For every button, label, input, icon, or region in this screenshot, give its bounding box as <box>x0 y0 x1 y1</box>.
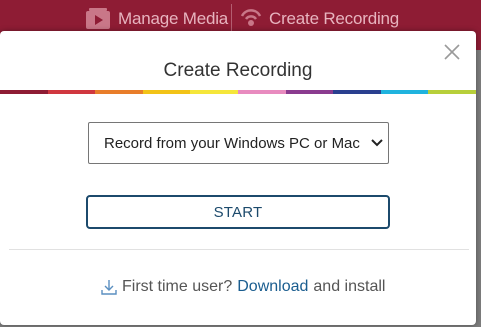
nav-divider <box>231 4 232 34</box>
color-bar-segment <box>428 90 476 94</box>
start-button[interactable]: START <box>86 195 390 229</box>
color-bar-segment <box>333 90 381 94</box>
broadcast-icon <box>240 9 262 26</box>
color-bar-segment <box>0 90 48 94</box>
select-value: Record from your Windows PC or Mac <box>104 134 360 152</box>
first-time-user-footer: First time user? Download and install <box>100 276 385 298</box>
divider <box>9 249 469 250</box>
video-icon <box>86 8 110 29</box>
chevron-down-icon <box>371 139 383 147</box>
color-bar-segment <box>95 90 143 94</box>
create-recording-modal: Create Recording Record from your Window… <box>0 31 476 325</box>
close-icon[interactable] <box>442 42 462 62</box>
color-bar-segment <box>380 90 429 94</box>
download-link[interactable]: Download <box>237 278 308 296</box>
footer-suffix: and install <box>313 278 386 295</box>
color-bar-segment <box>190 90 238 94</box>
download-icon <box>101 280 117 295</box>
modal-title: Create Recording <box>163 60 313 81</box>
nav-recording-label: Create Recording <box>269 9 400 28</box>
recording-source-select[interactable]: Record from your Windows PC or Mac <box>88 122 389 164</box>
color-bar-segment <box>285 90 334 94</box>
color-bar-segment <box>237 90 286 94</box>
color-bar-segment <box>142 90 191 94</box>
rainbow-divider <box>0 90 476 94</box>
color-bar-segment <box>47 90 96 94</box>
nav-media-label: Manage Media <box>118 9 229 28</box>
footer-prefix: First time user? <box>122 278 233 295</box>
